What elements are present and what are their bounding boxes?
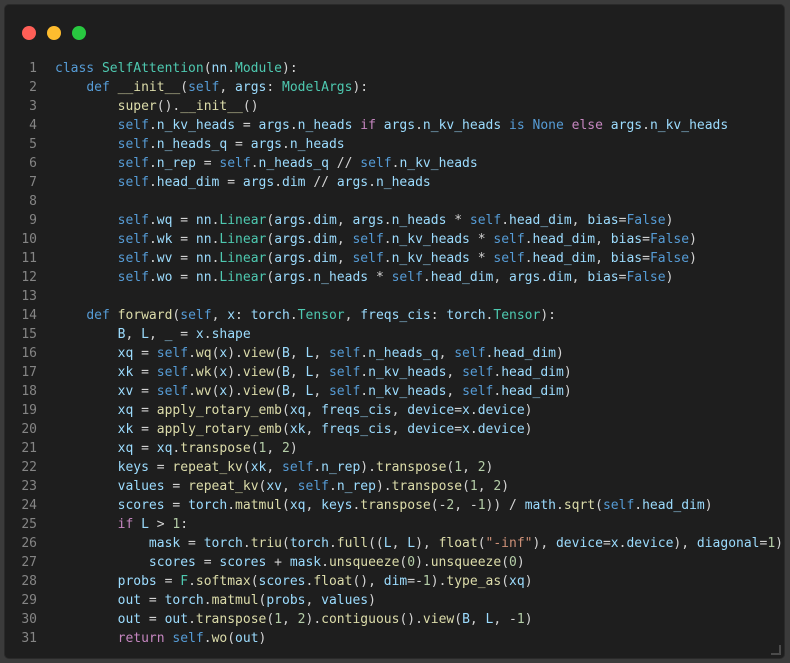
line-number: 31 [21, 631, 37, 646]
code-line[interactable]: 17 xk = self.wk(x).view(B, L, self.n_kv_… [5, 363, 784, 382]
code-line[interactable]: 27 scores = scores + mask.unsqueeze(0).u… [5, 553, 784, 572]
code-text[interactable]: def __init__(self, args: ModelArgs): [55, 78, 368, 97]
code-line[interactable]: 4 self.n_kv_heads = args.n_heads if args… [5, 116, 784, 135]
code-line[interactable]: 7 self.head_dim = args.dim // args.n_hea… [5, 173, 784, 192]
code-text[interactable]: xq = xq.transpose(1, 2) [55, 439, 298, 458]
close-button[interactable] [22, 26, 36, 40]
code-line[interactable]: 28 probs = F.softmax(scores.float(), dim… [5, 572, 784, 591]
code-text[interactable]: self.wk = nn.Linear(args.dim, self.n_kv_… [55, 230, 697, 249]
code-line[interactable]: 31 return self.wo(out) [5, 629, 784, 648]
code-text[interactable]: class SelfAttention(nn.Module): [55, 59, 298, 78]
line-number: 5 [29, 137, 37, 152]
line-number: 18 [21, 384, 37, 399]
line-number: 28 [21, 574, 37, 589]
line-number: 10 [21, 232, 37, 247]
code-text[interactable]: return self.wo(out) [55, 629, 267, 648]
line-number: 9 [29, 213, 37, 228]
code-line[interactable]: 14 def forward(self, x: torch.Tensor, fr… [5, 306, 784, 325]
code-text[interactable]: xk = self.wk(x).view(B, L, self.n_kv_hea… [55, 363, 572, 382]
code-text[interactable]: self.head_dim = args.dim // args.n_heads [55, 173, 431, 192]
code-line[interactable]: 10 self.wk = nn.Linear(args.dim, self.n_… [5, 230, 784, 249]
code-text[interactable]: keys = repeat_kv(xk, self.n_rep).transpo… [55, 458, 494, 477]
code-line[interactable]: 24 scores = torch.matmul(xq, keys.transp… [5, 496, 784, 515]
line-number: 16 [21, 346, 37, 361]
code-line[interactable]: 18 xv = self.wv(x).view(B, L, self.n_kv_… [5, 382, 784, 401]
code-text[interactable]: mask = torch.triu(torch.full((L, L), flo… [55, 534, 783, 553]
line-number: 17 [21, 365, 37, 380]
code-text[interactable]: scores = scores + mask.unsqueeze(0).unsq… [55, 553, 525, 572]
line-number: 20 [21, 422, 37, 437]
line-number: 19 [21, 403, 37, 418]
line-number: 26 [21, 536, 37, 551]
code-line[interactable]: 29 out = torch.matmul(probs, values) [5, 591, 784, 610]
code-text[interactable]: self.n_rep = self.n_heads_q // self.n_kv… [55, 154, 478, 173]
code-text[interactable]: def forward(self, x: torch.Tensor, freqs… [55, 306, 556, 325]
line-number: 15 [21, 327, 37, 342]
code-line[interactable]: 22 keys = repeat_kv(xk, self.n_rep).tran… [5, 458, 784, 477]
code-line[interactable]: 11 self.wv = nn.Linear(args.dim, self.n_… [5, 249, 784, 268]
code-line[interactable]: 1 class SelfAttention(nn.Module): [5, 59, 784, 78]
code-text[interactable]: self.wv = nn.Linear(args.dim, self.n_kv_… [55, 249, 697, 268]
code-window: 1 class SelfAttention(nn.Module): 2 def __… [4, 4, 785, 659]
line-number: 8 [29, 194, 37, 209]
line-number: 11 [21, 251, 37, 266]
line-number: 27 [21, 555, 37, 570]
code-text[interactable]: B, L, _ = x.shape [55, 325, 251, 344]
code-text[interactable]: out = out.transpose(1, 2).contiguous().v… [55, 610, 533, 629]
line-number: 12 [21, 270, 37, 285]
code-line[interactable]: 5 self.n_heads_q = args.n_heads [5, 135, 784, 154]
code-text[interactable]: self.n_kv_heads = args.n_heads if args.n… [55, 116, 729, 135]
code-line[interactable]: 12 self.wo = nn.Linear(args.n_heads * se… [5, 268, 784, 287]
code-text[interactable]: xk = apply_rotary_emb(xk, freqs_cis, dev… [55, 420, 533, 439]
code-line[interactable]: 8 [5, 192, 784, 211]
code-line[interactable]: 26 mask = torch.triu(torch.full((L, L), … [5, 534, 784, 553]
code-text[interactable]: super().__init__() [55, 97, 259, 116]
line-number: 29 [21, 593, 37, 608]
line-number: 2 [29, 80, 37, 95]
code-text[interactable]: probs = F.softmax(scores.float(), dim=-1… [55, 572, 533, 591]
line-number: 4 [29, 118, 37, 133]
code-text[interactable]: xq = apply_rotary_emb(xq, freqs_cis, dev… [55, 401, 533, 420]
code-line[interactable]: 19 xq = apply_rotary_emb(xq, freqs_cis, … [5, 401, 784, 420]
code-text[interactable]: scores = torch.matmul(xq, keys.transpose… [55, 496, 713, 515]
line-number: 22 [21, 460, 37, 475]
code-line[interactable]: 16 xq = self.wq(x).view(B, L, self.n_hea… [5, 344, 784, 363]
code-text[interactable]: xv = self.wv(x).view(B, L, self.n_kv_hea… [55, 382, 572, 401]
line-number: 21 [21, 441, 37, 456]
line-number: 6 [29, 156, 37, 171]
code-text[interactable]: out = torch.matmul(probs, values) [55, 591, 376, 610]
code-line[interactable]: 6 self.n_rep = self.n_heads_q // self.n_… [5, 154, 784, 173]
code-text[interactable]: values = repeat_kv(xv, self.n_rep).trans… [55, 477, 509, 496]
code-line[interactable]: 23 values = repeat_kv(xv, self.n_rep).tr… [5, 477, 784, 496]
code-area[interactable]: 1 class SelfAttention(nn.Module): 2 def __… [5, 59, 784, 648]
line-number: 14 [21, 308, 37, 323]
code-line[interactable]: 21 xq = xq.transpose(1, 2) [5, 439, 784, 458]
line-number: 1 [29, 61, 37, 76]
code-text[interactable]: xq = self.wq(x).view(B, L, self.n_heads_… [55, 344, 564, 363]
code-text[interactable]: self.wq = nn.Linear(args.dim, args.n_hea… [55, 211, 674, 230]
code-line[interactable]: 3 super().__init__() [5, 97, 784, 116]
code-line[interactable]: 20 xk = apply_rotary_emb(xk, freqs_cis, … [5, 420, 784, 439]
title-bar [5, 5, 784, 53]
code-line[interactable]: 25 if L > 1: [5, 515, 784, 534]
line-number: 25 [21, 517, 37, 532]
line-number: 24 [21, 498, 37, 513]
code-line[interactable]: 2 def __init__(self, args: ModelArgs): [5, 78, 784, 97]
code-line[interactable]: 13 [5, 287, 784, 306]
resize-handle-icon[interactable] [771, 645, 781, 655]
line-number: 3 [29, 99, 37, 114]
line-number: 13 [21, 289, 37, 304]
line-number: 30 [21, 612, 37, 627]
code-text[interactable]: self.wo = nn.Linear(args.n_heads * self.… [55, 268, 674, 287]
code-line[interactable]: 30 out = out.transpose(1, 2).contiguous(… [5, 610, 784, 629]
code-text[interactable]: if L > 1: [55, 515, 188, 534]
code-line[interactable]: 15 B, L, _ = x.shape [5, 325, 784, 344]
line-number: 7 [29, 175, 37, 190]
maximize-button[interactable] [72, 26, 86, 40]
line-number: 23 [21, 479, 37, 494]
code-line[interactable]: 9 self.wq = nn.Linear(args.dim, args.n_h… [5, 211, 784, 230]
code-text[interactable]: self.n_heads_q = args.n_heads [55, 135, 345, 154]
minimize-button[interactable] [47, 26, 61, 40]
